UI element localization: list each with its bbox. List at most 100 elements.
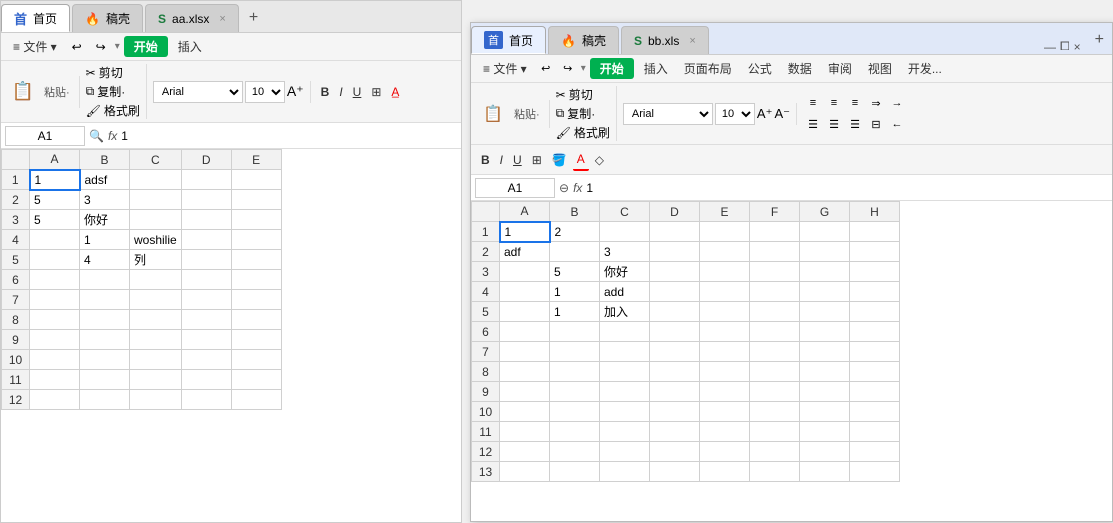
paste-btn-left[interactable]: 📋 [7,76,39,108]
left-cell-r7-c3[interactable] [181,290,231,310]
left-cell-r11-c2[interactable] [130,370,182,390]
right-row-header-13[interactable]: 13 [472,462,500,482]
cut-btn-left[interactable]: ✂ 剪切 [86,64,140,81]
left-cell-r4-c4[interactable] [231,230,281,250]
right-cell-r6-c6[interactable] [800,322,850,342]
left-cell-r12-c3[interactable] [181,390,231,410]
undo-icon-left[interactable]: ↩ [67,37,87,57]
strikethrough-right[interactable]: ◇ [591,149,608,171]
btn-start-right[interactable]: 开始 [590,58,634,79]
left-cell-r6-c0[interactable] [30,270,80,290]
right-cell-r10-c4[interactable] [700,402,750,422]
right-cell-r13-c1[interactable] [550,462,600,482]
left-row-header-7[interactable]: 7 [2,290,30,310]
right-cell-r12-c7[interactable] [850,442,900,462]
right-cell-r11-c3[interactable] [650,422,700,442]
copy-btn-left[interactable]: ⧉ 复制· [86,83,140,100]
right-cell-r13-c2[interactable] [600,462,650,482]
tab-add-left[interactable]: + [241,4,266,32]
right-cell-r5-c3[interactable] [650,302,700,322]
left-row-header-3[interactable]: 3 [2,210,30,230]
font-increase-left[interactable]: A⁺ [287,83,304,100]
align-center-right[interactable]: ☰ [824,114,844,134]
right-cell-r3-c0[interactable] [500,262,550,282]
right-cell-r9-c4[interactable] [700,382,750,402]
align-left-right[interactable]: ☰ [803,114,823,134]
right-cell-r12-c3[interactable] [650,442,700,462]
tab-close-right[interactable]: × [689,35,695,47]
right-cell-r7-c7[interactable] [850,342,900,362]
right-cell-r10-c3[interactable] [650,402,700,422]
right-cell-r7-c1[interactable] [550,342,600,362]
italic-btn-right[interactable]: I [496,149,507,171]
align-top-center-right[interactable]: ≡ [824,93,844,113]
paste-btn-right[interactable]: 📋 [477,100,509,128]
redo-icon-right[interactable]: ↪ [559,60,577,78]
left-cell-r10-c2[interactable] [130,350,182,370]
right-cell-r1-c1[interactable]: 2 [550,222,600,242]
right-col-header-g[interactable]: G [800,202,850,222]
border-btn-right[interactable]: ⊞ [528,149,546,171]
restore-btn-right[interactable]: ⧠ [1060,39,1070,54]
right-row-header-8[interactable]: 8 [472,362,500,382]
left-cell-r5-c4[interactable] [231,250,281,270]
left-cell-r12-c2[interactable] [130,390,182,410]
right-cell-r1-c3[interactable] [650,222,700,242]
right-cell-r10-c5[interactable] [750,402,800,422]
left-cell-r3-c3[interactable] [181,210,231,230]
left-cell-r9-c0[interactable] [30,330,80,350]
menu-file-right[interactable]: ≡ 文件 ▾ [477,58,533,79]
menu-pagelayout-right[interactable]: 页面布局 [678,58,738,79]
right-cell-r1-c0[interactable]: 1 [500,222,550,242]
tab-add-right[interactable]: + [1087,26,1112,54]
right-cell-r8-c3[interactable] [650,362,700,382]
left-cell-r12-c1[interactable] [80,390,130,410]
right-cell-r2-c0[interactable]: adf [500,242,550,262]
merge-right[interactable]: ⊟ [866,114,886,134]
tab-home-right[interactable]: 首 首页 [471,26,546,54]
menu-file-left[interactable]: ≡ 文件 ▾ [7,36,63,57]
right-cell-r3-c6[interactable] [800,262,850,282]
right-cell-r7-c4[interactable] [700,342,750,362]
right-cell-r9-c2[interactable] [600,382,650,402]
right-col-header-f[interactable]: F [750,202,800,222]
right-cell-r5-c6[interactable] [800,302,850,322]
left-cell-r4-c0[interactable] [30,230,80,250]
redo-icon-left[interactable]: ↪ [91,37,111,57]
right-cell-r13-c3[interactable] [650,462,700,482]
right-cell-r9-c3[interactable] [650,382,700,402]
right-cell-r4-c7[interactable] [850,282,900,302]
menu-dots-left[interactable]: ▾ [115,41,120,52]
paste-label-right[interactable]: 粘贴· [511,106,543,122]
left-cell-r11-c4[interactable] [231,370,281,390]
right-row-header-3[interactable]: 3 [472,262,500,282]
right-grid[interactable]: A B C D E F G H 1122adf335你好41add51加入678… [471,201,1112,521]
right-cell-r12-c2[interactable] [600,442,650,462]
left-col-header-b[interactable]: B [80,150,130,170]
left-cell-r7-c1[interactable] [80,290,130,310]
left-cell-r10-c4[interactable] [231,350,281,370]
right-cell-r7-c2[interactable] [600,342,650,362]
right-cell-r3-c2[interactable]: 你好 [600,262,650,282]
format-btn-left[interactable]: 🖌 格式刷 [86,102,140,119]
bold-btn-right[interactable]: B [477,149,494,171]
right-cell-r2-c2[interactable]: 3 [600,242,650,262]
left-cell-r4-c1[interactable]: 1 [80,230,130,250]
left-cell-r1-c3[interactable] [181,170,231,190]
menu-dots-right[interactable]: ▾ [581,63,586,74]
left-row-header-8[interactable]: 8 [2,310,30,330]
left-cell-r8-c1[interactable] [80,310,130,330]
italic-btn-left[interactable]: I [335,81,346,103]
btn-start-left[interactable]: 开始 [124,36,168,57]
menu-insert-left[interactable]: 插入 [172,36,208,57]
outdent-right[interactable]: ← [887,114,907,134]
left-cell-r10-c3[interactable] [181,350,231,370]
tab-wps-left[interactable]: 🔥 稿壳 [72,4,143,32]
right-cell-r1-c6[interactable] [800,222,850,242]
right-col-header-c[interactable]: C [600,202,650,222]
right-cell-r5-c2[interactable]: 加入 [600,302,650,322]
right-cell-r2-c7[interactable] [850,242,900,262]
close-btn-right[interactable]: × [1074,40,1081,54]
right-cell-r6-c0[interactable] [500,322,550,342]
left-col-header-c[interactable]: C [130,150,182,170]
